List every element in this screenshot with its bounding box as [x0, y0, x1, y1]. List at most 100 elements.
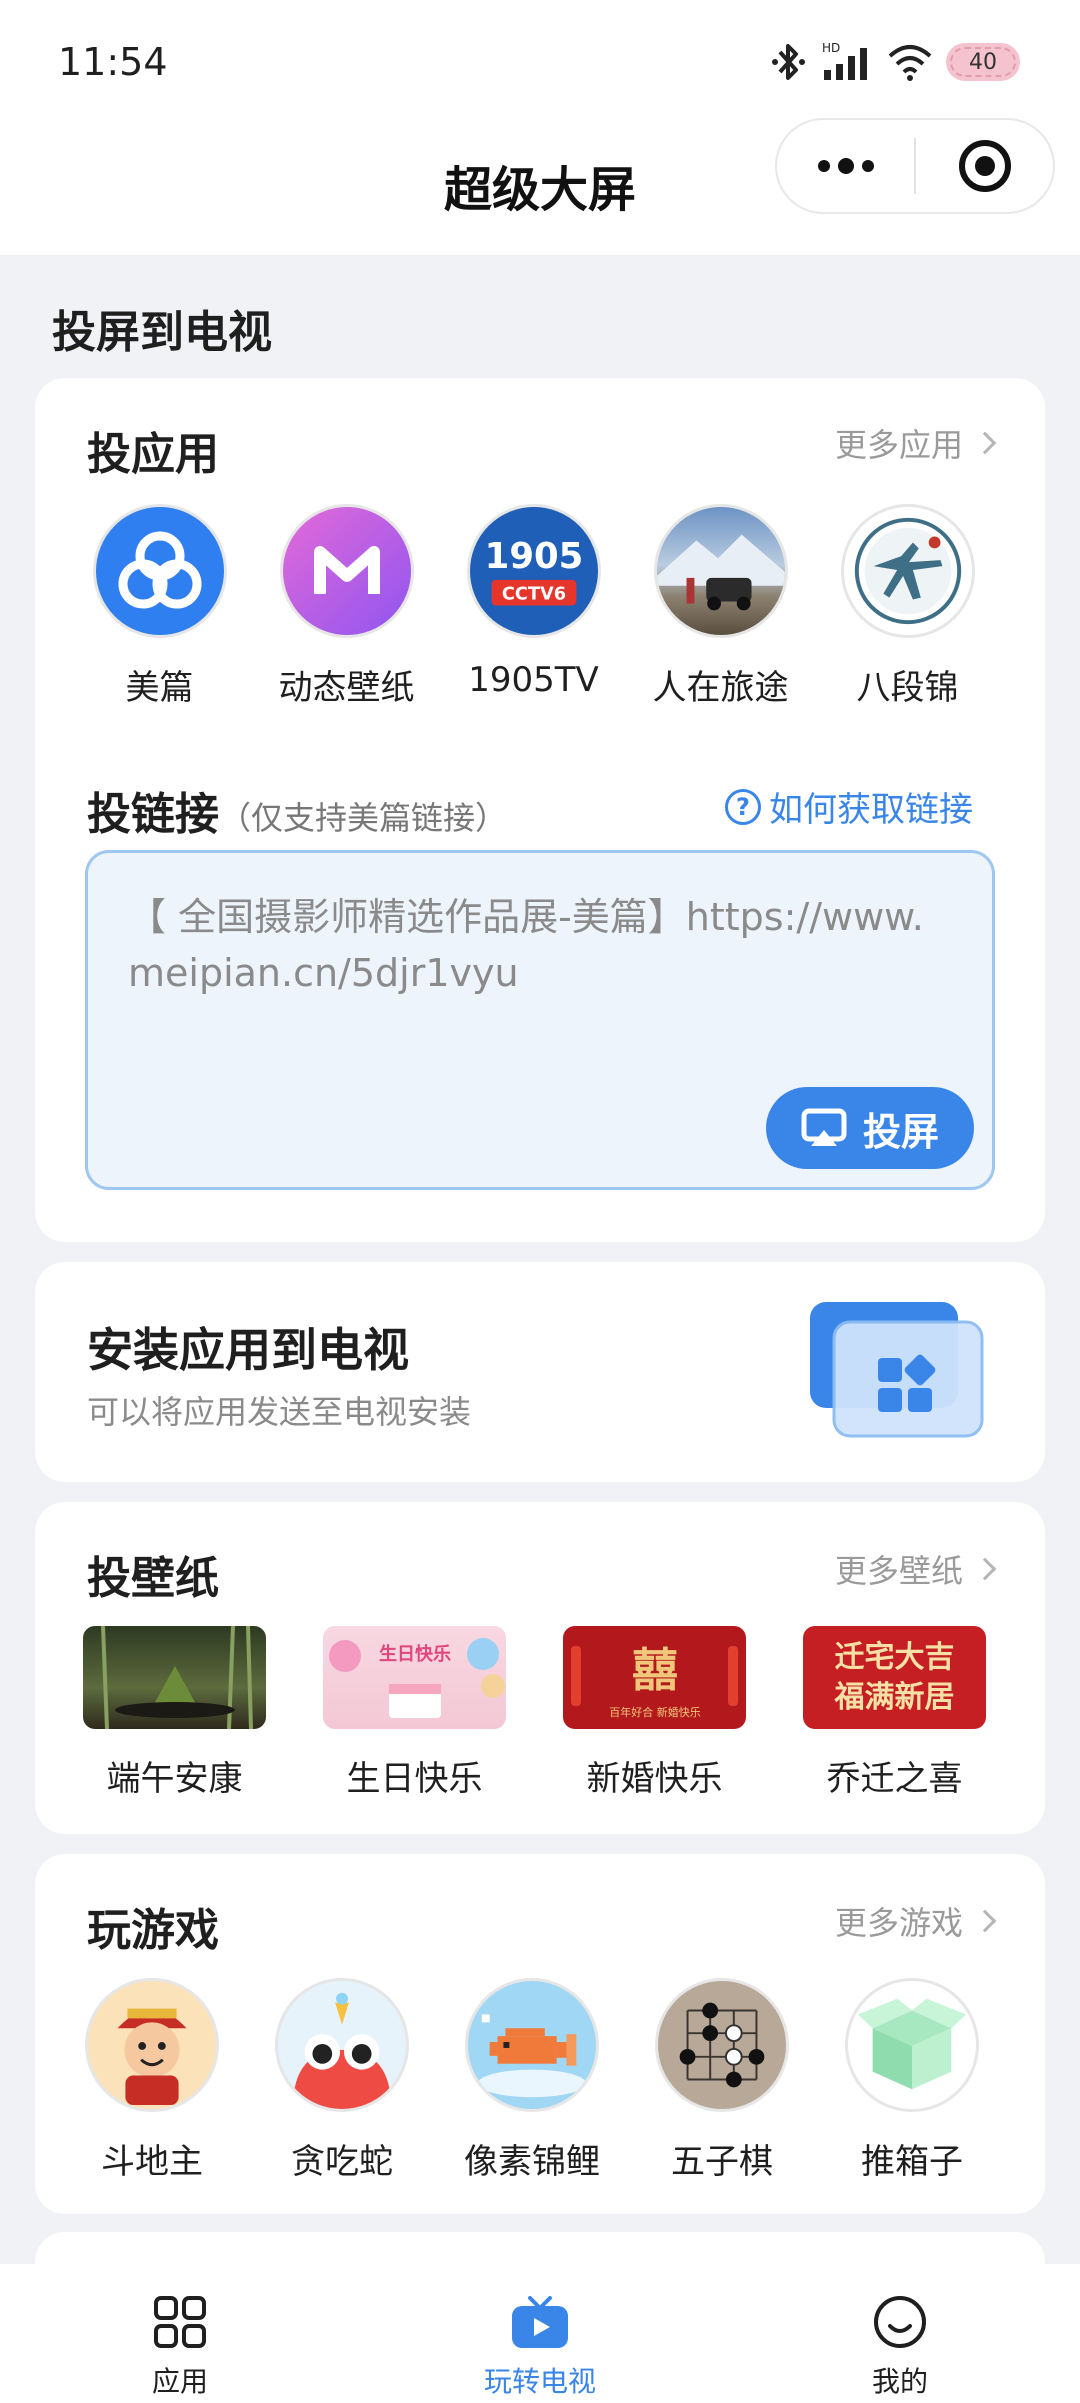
battery-indicator: 40	[946, 43, 1020, 81]
doudizhu-icon	[85, 1978, 219, 2112]
app-item-travel[interactable]: 人在旅途	[627, 504, 814, 709]
game-label: 五子棋	[671, 2142, 773, 2182]
wallpaper-thumb: 生日快乐	[323, 1626, 506, 1729]
cast-card: 投应用 更多应用 美篇 动态壁纸 1905 CCTV6 1905TV 人在旅途 …	[35, 378, 1045, 1242]
signal-icon: HD	[820, 40, 874, 84]
live-wallpaper-icon	[279, 504, 414, 638]
wedding-thumb-sub: 百年好合 新婚快乐	[609, 1705, 701, 1719]
game-item-pixel-koi[interactable]: 像素锦鲤	[437, 1978, 627, 2183]
smiley-face-icon	[874, 2296, 926, 2348]
wallpaper-label: 乔迁之喜	[826, 1759, 963, 1799]
tab-label: 玩转电视	[483, 2365, 596, 2398]
app-item-baduanjin[interactable]: 八段锦	[814, 504, 1001, 709]
more-wallpapers-link[interactable]: 更多壁纸	[834, 1546, 997, 1592]
game-label: 贪吃蛇	[291, 2142, 393, 2182]
sokoban-icon	[845, 1978, 979, 2112]
network-type-label: HD	[822, 41, 840, 55]
screen-cast-icon	[801, 1108, 847, 1146]
cast-link-title: 投链接（仅支持美篇链接）	[87, 778, 507, 842]
games-title: 玩游戏	[87, 1905, 219, 1956]
cast-button[interactable]: 投屏	[766, 1087, 974, 1169]
gomoku-icon	[655, 1978, 789, 2112]
tv-play-icon	[512, 2296, 568, 2348]
games-row: 斗地主 贪吃蛇 像素锦鲤 五子棋 推箱子	[35, 1978, 1045, 2183]
bottom-tab-bar: 应用 玩转电视 我的	[0, 2264, 1080, 2403]
how-to-get-link[interactable]: ? 如何获取链接	[725, 782, 973, 831]
chevron-right-icon	[973, 1909, 997, 1933]
wallpaper-thumb: 迁宅大吉 福满新居	[803, 1626, 986, 1729]
tab-label: 应用	[151, 2365, 208, 2398]
tab-label: 我的	[871, 2365, 928, 2398]
link-input-box[interactable]: 【 全国摄影师精选作品展-美篇】https://www.meipian.cn/5…	[85, 850, 995, 1190]
cast-link-title-text: 投链接	[87, 789, 219, 840]
wallpaper-row: 端午安康 生日快乐 生日快乐 囍百年好合 新婚快乐 新婚快乐 迁宅大吉 福满新居…	[83, 1626, 986, 1800]
tab-tv[interactable]: 玩转电视	[360, 2264, 720, 2403]
wallpaper-label: 端午安康	[106, 1759, 243, 1799]
baduanjin-icon	[840, 504, 975, 638]
wallpaper-label: 新婚快乐	[586, 1759, 723, 1799]
wallpaper-thumb: 囍百年好合 新婚快乐	[563, 1626, 746, 1729]
app-label: 八段锦	[856, 668, 959, 708]
game-item-sokoban[interactable]: 推箱子	[817, 1978, 1007, 2183]
game-item-gomoku[interactable]: 五子棋	[627, 1978, 817, 2183]
wallpaper-item-duanwu[interactable]: 端午安康	[83, 1626, 266, 1800]
how-to-get-link-label: 如何获取链接	[769, 790, 973, 830]
app-label: 美篇	[125, 668, 194, 708]
more-apps-link[interactable]: 更多应用	[834, 420, 997, 466]
wallpaper-item-wedding[interactable]: 囍百年好合 新婚快乐 新婚快乐	[563, 1626, 746, 1800]
wallpaper-item-birthday[interactable]: 生日快乐 生日快乐	[323, 1626, 506, 1800]
install-card[interactable]: 安装应用到电视 可以将应用发送至电视安装	[35, 1262, 1045, 1482]
nav-bar: 超级大屏	[0, 110, 1080, 255]
status-icons: HD 40	[772, 38, 1020, 86]
more-apps-label: 更多应用	[834, 426, 963, 464]
games-card: 玩游戏 更多游戏 斗地主 贪吃蛇 像素锦鲤 五子棋 推箱子	[35, 1854, 1045, 2214]
game-label: 斗地主	[101, 2142, 203, 2182]
cast-app-row: 美篇 动态壁纸 1905 CCTV6 1905TV 人在旅途 八段锦	[35, 504, 1045, 709]
1905tv-logo-sub: CCTV6	[501, 585, 565, 605]
game-label: 像素锦鲤	[464, 2142, 600, 2182]
tab-profile[interactable]: 我的	[720, 2264, 1080, 2403]
question-circle-icon: ?	[725, 788, 761, 825]
apps-grid-icon	[154, 2296, 206, 2348]
wallpaper-card: 投壁纸 更多壁纸 端午安康 生日快乐 生日快乐 囍百年好合 新婚快乐 新婚快乐 …	[35, 1502, 1045, 1834]
wallpaper-item-housewarming[interactable]: 迁宅大吉 福满新居 乔迁之喜	[803, 1626, 986, 1800]
more-dots-icon	[817, 158, 874, 174]
cast-button-label: 投屏	[862, 1109, 939, 1154]
more-options-button[interactable]	[777, 120, 914, 212]
install-title: 安装应用到电视	[87, 1323, 409, 1377]
more-wallpapers-label: 更多壁纸	[834, 1552, 963, 1590]
target-close-icon	[958, 140, 1011, 192]
chevron-right-icon	[973, 1557, 997, 1581]
wifi-icon	[888, 42, 932, 82]
app-label: 人在旅途	[652, 668, 789, 708]
cast-apps-title: 投应用	[87, 429, 219, 480]
more-games-link[interactable]: 更多游戏	[835, 1898, 997, 1944]
app-label: 动态壁纸	[278, 668, 415, 708]
cast-link-subtitle: （仅支持美篇链接）	[219, 799, 508, 837]
wedding-thumb-text: 囍	[632, 1643, 678, 1697]
housewarming-thumb-text: 迁宅大吉 福满新居	[834, 1639, 955, 1715]
app-item-live-wallpaper[interactable]: 动态壁纸	[253, 504, 440, 709]
travel-icon	[653, 504, 788, 638]
wallpaper-label: 生日快乐	[346, 1759, 483, 1799]
pixel-koi-icon	[465, 1978, 599, 2112]
wallpaper-title: 投壁纸	[87, 1553, 219, 1604]
link-input-text[interactable]: 【 全国摄影师精选作品展-美篇】https://www.meipian.cn/5…	[128, 889, 958, 1001]
1905tv-logo-text: 1905	[484, 536, 583, 577]
1905tv-icon: 1905 CCTV6	[466, 504, 601, 638]
game-label: 推箱子	[861, 2142, 963, 2182]
chevron-right-icon	[973, 431, 997, 455]
app-label: 1905TV	[468, 660, 599, 700]
battery-level: 40	[969, 49, 997, 75]
app-item-1905tv[interactable]: 1905 CCTV6 1905TV	[440, 504, 627, 709]
section-title-cast: 投屏到电视	[52, 307, 272, 358]
install-desc: 可以将应用发送至电视安装	[87, 1393, 472, 1431]
tab-apps[interactable]: 应用	[0, 2264, 360, 2403]
status-time: 11:54	[58, 40, 168, 84]
bluetooth-icon	[772, 42, 806, 82]
close-miniprogram-button[interactable]	[916, 120, 1053, 212]
snake-icon	[275, 1978, 409, 2112]
game-item-doudizhu[interactable]: 斗地主	[57, 1978, 247, 2183]
game-item-snake[interactable]: 贪吃蛇	[247, 1978, 437, 2183]
app-item-meipian[interactable]: 美篇	[66, 504, 253, 709]
